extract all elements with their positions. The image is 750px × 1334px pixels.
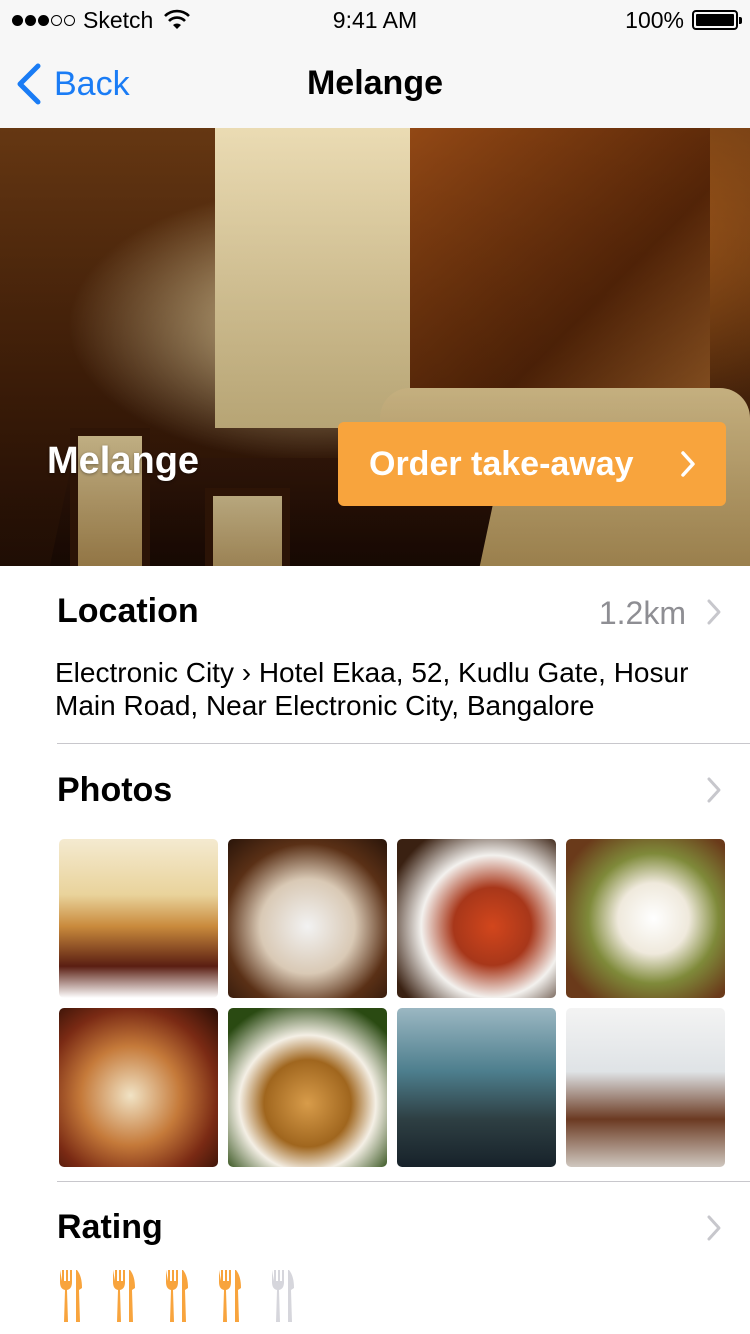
divider — [57, 743, 750, 744]
divider — [57, 1181, 750, 1182]
chevron-right-icon — [681, 451, 695, 477]
photo-thumbnail[interactable] — [397, 839, 556, 998]
status-bar: Sketch 9:41 AM 100% — [0, 0, 750, 40]
rating-title: Rating — [57, 1208, 163, 1246]
order-takeaway-button[interactable]: Order take-away — [338, 422, 726, 506]
location-title: Location — [57, 592, 199, 630]
battery-percent: 100% — [625, 6, 684, 33]
photos-grid — [59, 839, 727, 1169]
chevron-right-icon[interactable] — [706, 1214, 722, 1242]
fork-rating-icon — [60, 1270, 82, 1322]
navigation-bar: Back Melange — [0, 40, 750, 128]
fork-rating-icon — [113, 1270, 135, 1322]
page-title: Melange — [306, 64, 444, 102]
order-takeaway-label: Order take-away — [369, 444, 634, 483]
photo-thumbnail[interactable] — [59, 839, 218, 998]
fork-rating-icon — [166, 1270, 188, 1322]
chevron-right-icon[interactable] — [706, 776, 722, 804]
photo-thumbnail[interactable] — [397, 1008, 556, 1167]
location-distance: 1.2km — [598, 595, 686, 631]
photo-thumbnail[interactable] — [59, 1008, 218, 1167]
status-right: 100% — [625, 6, 742, 34]
restaurant-name: Melange — [47, 440, 200, 482]
location-address: Electronic City › Hotel Ekaa, 52, Kudlu … — [55, 657, 689, 721]
photo-thumbnail[interactable] — [228, 1008, 387, 1167]
photo-thumbnail[interactable] — [566, 839, 725, 998]
fork-rating-icon — [272, 1270, 294, 1322]
photo-thumbnail[interactable] — [566, 1008, 725, 1167]
photo-thumbnail[interactable] — [228, 839, 387, 998]
battery-icon — [692, 10, 742, 30]
chevron-right-icon[interactable] — [706, 598, 722, 626]
fork-rating-icon — [219, 1270, 241, 1322]
photos-title: Photos — [57, 771, 173, 809]
rating-forks — [57, 1268, 322, 1324]
hero-image: Melange Order take-away — [0, 128, 750, 566]
